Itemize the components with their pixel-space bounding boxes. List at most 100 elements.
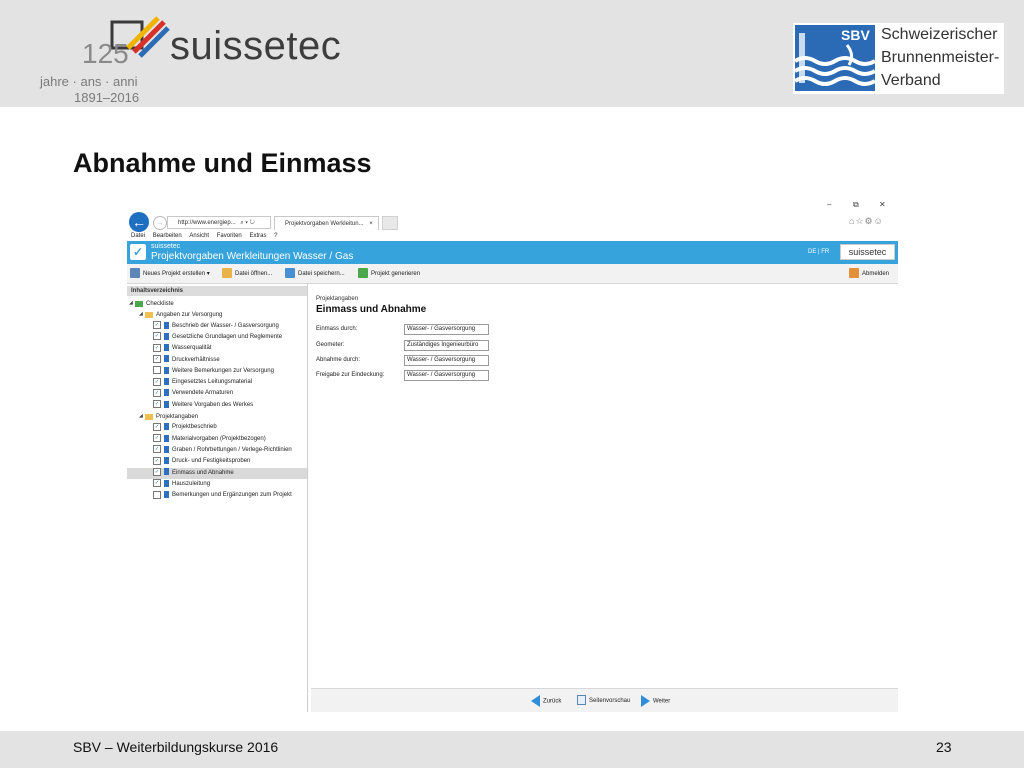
folder-icon: [145, 413, 153, 420]
toc-item[interactable]: ✓ Beschrieb der Wasser- / Gasversorgung: [127, 321, 307, 332]
address-text: http://www.energiep...: [178, 220, 236, 226]
address-bar[interactable]: http://www.energiep... ⌕ ▾ ↻: [167, 216, 271, 229]
toc-checkbox[interactable]: ✓: [153, 377, 161, 386]
toc-checkbox[interactable]: [153, 490, 161, 499]
next-button[interactable]: Weiter: [641, 695, 670, 707]
field-input-abnahme[interactable]: Wasser- / Gasversorgung: [404, 355, 489, 366]
sbv-name-line1: Schweizerischer: [881, 26, 998, 43]
toc-item[interactable]: ✓ Gesetzliche Grundlagen und Reglemente: [127, 332, 307, 343]
menu-help[interactable]: ?: [274, 233, 277, 239]
toc-item[interactable]: Bemerkungen und Ergänzungen zum Projekt: [127, 490, 307, 501]
generate-icon: [358, 268, 368, 279]
toc-checkbox[interactable]: ✓: [153, 354, 161, 363]
toc-checkbox[interactable]: ✓: [153, 445, 161, 454]
toc-item[interactable]: ✓ Druckverhältnisse: [127, 354, 307, 366]
language-switch[interactable]: DE | FR: [808, 249, 829, 255]
toc-item[interactable]: ✓ Graben / Rohrbettungen / Verlege-Richtl…: [127, 445, 307, 456]
browser-tool-icons[interactable]: ⌂☆⚙☺: [849, 216, 884, 227]
new-project-button[interactable]: Neues Projekt erstellen ▾: [130, 268, 210, 280]
toc-item[interactable]: ◢ Checkliste: [127, 298, 307, 309]
toc-item[interactable]: ✓ Einmass und Abnahme: [127, 467, 307, 479]
sbv-abbreviation: SBV: [841, 27, 870, 43]
toc-item[interactable]: ✓ Druck- und Festigkeitsproben: [127, 456, 307, 467]
field-input-einmass[interactable]: Wasser- / Gasversorgung: [404, 324, 489, 335]
toc-item[interactable]: ◢ Angaben zur Versorgung: [127, 309, 307, 320]
document-icon: [164, 321, 169, 329]
restore-icon[interactable]: ⧉: [853, 200, 859, 210]
logo-anniversary-number: 125: [82, 38, 129, 69]
toc-heading: Inhaltsverzeichnis: [127, 286, 307, 296]
navigation-bar: Zurück Seitenvorschau Weiter: [311, 688, 898, 712]
menu-favoriten[interactable]: Favoriten: [217, 233, 242, 239]
page-number: 23: [936, 739, 952, 755]
field-input-geometer[interactable]: Zuständiges Ingenieurbüro: [404, 340, 489, 351]
field-input-freigabe[interactable]: Wasser- / Gasversorgung: [404, 370, 489, 381]
toc-checkbox[interactable]: ✓: [153, 388, 161, 397]
tab-label: Projektvorgaben Werkleitun...: [285, 221, 364, 227]
document-icon: [164, 491, 169, 499]
menu-ansicht[interactable]: Ansicht: [189, 233, 209, 239]
toc-item[interactable]: Weitere Bemerkungen zur Versorgung: [127, 366, 307, 377]
app-screenshot: – ⧉ ✕ ← → http://www.energiep... ⌕ ▾ ↻ P…: [127, 196, 898, 712]
toc-item-label: Gesetzliche Grundlagen und Reglemente: [172, 333, 283, 340]
content-title: Einmass und Abnahme: [316, 304, 427, 315]
tab-close-icon[interactable]: ×: [369, 221, 373, 227]
sbv-name: Schweizerischer Brunnenmeister- Verband: [881, 23, 999, 92]
logout-button[interactable]: Abmelden: [849, 268, 889, 280]
suissetec-125-logo: 125 suissetec jahre · ans · anni 1891–20…: [40, 14, 360, 105]
document-icon: [164, 445, 169, 453]
toc-item-label: Weitere Vorgaben des Werkes: [172, 401, 254, 408]
logo-brand-name: suissetec: [170, 24, 342, 68]
menu-bearbeiten[interactable]: Bearbeiten: [153, 233, 182, 239]
document-icon: [164, 389, 169, 397]
toc-item-label: Druck- und Festigkeitsproben: [172, 458, 251, 465]
toc-checkbox[interactable]: ✓: [153, 479, 161, 488]
toc-item-label: Checkliste: [146, 301, 174, 308]
toc-item[interactable]: ✓ Projektbeschrieb: [127, 422, 307, 433]
toc-checkbox[interactable]: ✓: [153, 400, 161, 409]
toc-checkbox[interactable]: ✓: [153, 422, 161, 431]
open-file-label: Datei öffnen...: [235, 271, 273, 277]
menu-extras[interactable]: Extras: [249, 233, 266, 239]
toc-checkbox[interactable]: ✓: [153, 332, 161, 341]
page-preview-button[interactable]: Seitenvorschau: [577, 695, 630, 707]
logout-user-icon: [849, 268, 859, 279]
toc-item-label: Projektangaben: [156, 414, 199, 421]
toc-checkbox[interactable]: ✓: [153, 343, 161, 352]
back-arrow-icon[interactable]: ←: [129, 212, 149, 232]
app-toolbar: Neues Projekt erstellen ▾ Datei öffnen..…: [127, 264, 898, 284]
document-icon: [164, 468, 169, 476]
toc-item[interactable]: ◢ Projektangaben: [127, 411, 307, 422]
back-button[interactable]: Zurück: [531, 695, 561, 707]
toc-item[interactable]: ✓ Eingesetztes Leitungsmaterial: [127, 377, 307, 388]
toc-item[interactable]: ✓ Hauszuleitung: [127, 479, 307, 490]
sbv-name-line3: Verband: [881, 72, 941, 89]
document-icon: [164, 479, 169, 487]
document-icon: [164, 332, 169, 340]
save-file-button[interactable]: Datei speichern...: [285, 268, 345, 280]
toc-checkbox[interactable]: ✓: [153, 456, 161, 465]
toc-checkbox[interactable]: ✓: [153, 434, 161, 443]
toc-checkbox[interactable]: ✓: [153, 467, 161, 476]
toc-item-label: Hauszuleitung: [172, 480, 211, 487]
menu-datei[interactable]: Datei: [131, 233, 145, 239]
open-file-button[interactable]: Datei öffnen...: [222, 268, 272, 280]
next-arrow-icon: [641, 695, 650, 707]
toc-checkbox[interactable]: [153, 366, 161, 375]
logo-subline-years: jahre · ans · anni: [40, 74, 138, 89]
close-window-icon[interactable]: ✕: [879, 200, 886, 209]
minimize-icon[interactable]: –: [827, 200, 831, 209]
toc-item[interactable]: ✓ Wasserqualität: [127, 343, 307, 354]
address-tools-icon[interactable]: ⌕ ▾ ↻: [240, 220, 254, 226]
toc-item[interactable]: ✓ Materialvorgaben (Projektbezogen): [127, 434, 307, 445]
toc-item[interactable]: ✓ Verwendete Armaturen: [127, 388, 307, 399]
next-label: Weiter: [653, 698, 671, 705]
generate-project-button[interactable]: Projekt generieren: [358, 268, 420, 280]
forward-arrow-icon[interactable]: →: [153, 216, 167, 230]
back-arrow-icon: [531, 695, 540, 707]
toc-item[interactable]: ✓ Weitere Vorgaben des Werkes: [127, 400, 307, 411]
toc-item-label: Graben / Rohrbettungen / Verlege-Richtli…: [172, 446, 292, 453]
new-tab-button[interactable]: [382, 216, 398, 230]
toc-checkbox[interactable]: ✓: [153, 321, 161, 330]
browser-tab[interactable]: Projektvorgaben Werkleitun... ×: [274, 216, 379, 230]
